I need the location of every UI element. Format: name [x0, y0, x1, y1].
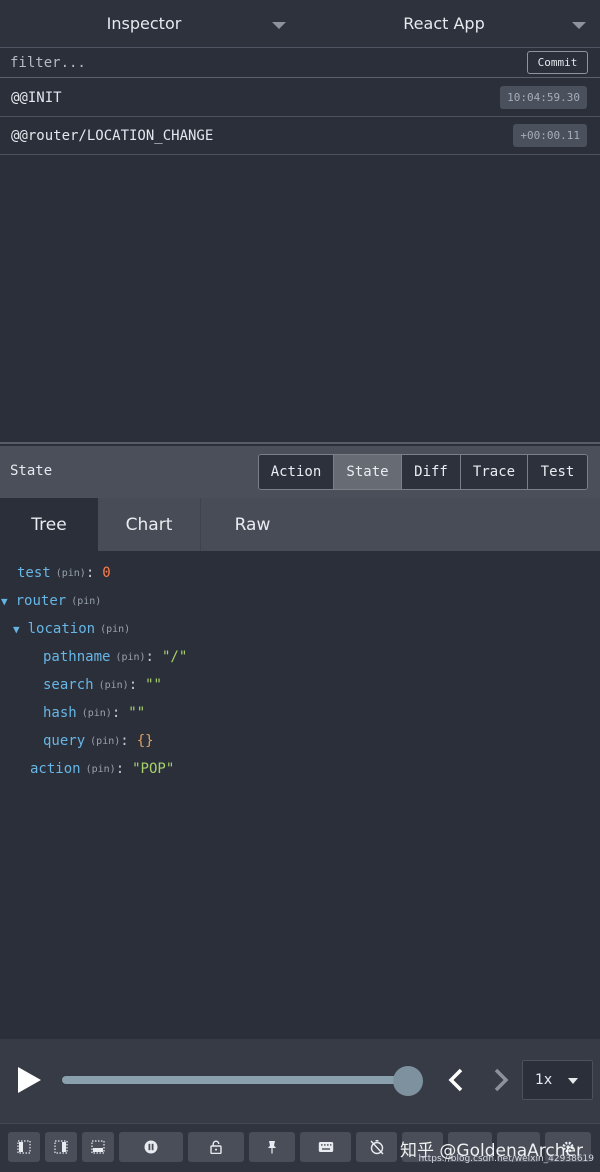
tab-state[interactable]: State: [334, 455, 402, 489]
dock-right-button[interactable]: [45, 1132, 77, 1162]
chevron-left-icon[interactable]: [443, 1067, 469, 1093]
instance-selector-bar: Inspector React App: [0, 0, 600, 48]
timeline-slider[interactable]: [62, 1076, 408, 1084]
monitor-select[interactable]: Inspector: [0, 0, 300, 47]
persist-state-button[interactable]: [249, 1132, 295, 1162]
timing-button[interactable]: [356, 1132, 397, 1162]
tab-chart[interactable]: Chart: [98, 498, 201, 551]
tree-node-location[interactable]: ▼ location (pin): [13, 619, 130, 639]
slider-player: 1x: [0, 1039, 600, 1123]
tree-value: "/": [161, 649, 188, 665]
commit-button[interactable]: Commit: [527, 51, 588, 74]
filter-input[interactable]: [0, 48, 510, 77]
tree-value: "": [145, 677, 162, 693]
pin-link[interactable]: (pin): [56, 568, 86, 579]
dock-left-icon: [17, 1140, 31, 1154]
tree-colon: :: [85, 565, 95, 581]
tab-test[interactable]: Test: [528, 455, 587, 489]
tab-raw[interactable]: Raw: [201, 498, 304, 551]
pin-link[interactable]: (pin): [99, 680, 129, 691]
expand-triangle-icon[interactable]: ▼: [13, 623, 20, 636]
tree-node-pathname[interactable]: pathname (pin) : "/": [43, 647, 187, 667]
action-list-item[interactable]: @@router/LOCATION_CHANGE +00:00.11: [0, 117, 600, 155]
tab-action[interactable]: Action: [259, 455, 334, 489]
tree-colon: :: [111, 705, 121, 721]
tree-colon: :: [128, 677, 138, 693]
action-timestamp: +00:00.11: [513, 124, 587, 147]
keyboard-icon: [318, 1142, 333, 1152]
pause-icon: [144, 1140, 158, 1154]
chevron-down-icon: [272, 22, 286, 29]
timeline-slider-handle[interactable]: [393, 1066, 423, 1096]
dock-bottom-button[interactable]: [82, 1132, 114, 1162]
filter-bar: Commit: [0, 48, 600, 78]
tree-key: router: [15, 593, 67, 609]
action-name: @@router/LOCATION_CHANGE: [11, 127, 214, 144]
tree-node-test[interactable]: test (pin) : 0: [17, 563, 111, 583]
tree-colon: :: [145, 649, 154, 665]
pin-link[interactable]: (pin): [100, 624, 130, 635]
tree-key: test: [17, 565, 51, 581]
chevron-down-icon: [568, 1078, 578, 1084]
dock-bottom-icon: [91, 1140, 105, 1154]
lock-changes-button[interactable]: [188, 1132, 244, 1162]
view-tabs: Tree Chart Raw: [0, 498, 600, 551]
tree-value: "": [128, 705, 146, 721]
tree-key: pathname: [43, 649, 111, 665]
monitor-tabs: Action State Diff Trace Test: [258, 454, 588, 490]
tree-key: query: [43, 733, 86, 749]
action-name: @@INIT: [11, 89, 62, 106]
pin-link[interactable]: (pin): [90, 736, 120, 747]
pin-link[interactable]: (pin): [71, 596, 101, 607]
monitor-tab-bar: State Action State Diff Trace Test: [0, 446, 600, 498]
panel-title: State: [10, 463, 53, 479]
shortcuts-button[interactable]: [300, 1132, 351, 1162]
tree-value: {}: [136, 733, 154, 749]
tab-tree[interactable]: Tree: [0, 498, 98, 551]
pin-icon: [268, 1141, 276, 1154]
pin-link[interactable]: (pin): [82, 708, 112, 719]
lock-icon: [210, 1140, 222, 1154]
tree-key: hash: [43, 705, 77, 721]
timer-off-icon: [369, 1140, 384, 1155]
chevron-right-icon[interactable]: [488, 1067, 514, 1093]
tree-node-query[interactable]: query (pin) : {}: [43, 731, 154, 751]
watermark-url: https://blog.csdn.net/weixin_42938619: [418, 1154, 594, 1164]
monitor-select-label: Inspector: [106, 14, 182, 33]
action-list-item[interactable]: @@INIT 10:04:59.30: [0, 79, 600, 117]
tree-key: location: [27, 621, 96, 637]
instance-select[interactable]: React App: [300, 0, 600, 47]
tree-colon: :: [115, 761, 125, 777]
tree-node-search[interactable]: search (pin) : "": [43, 675, 162, 695]
play-icon[interactable]: [18, 1067, 41, 1093]
state-tree: test (pin) : 0 ▼ router (pin) ▼ location…: [0, 551, 600, 1039]
playback-speed-select[interactable]: 1x: [522, 1060, 593, 1100]
action-list-empty-area: [0, 156, 600, 444]
tree-key: search: [43, 677, 94, 693]
tree-colon: :: [120, 733, 129, 749]
tab-trace[interactable]: Trace: [461, 455, 528, 489]
pin-link[interactable]: (pin): [86, 764, 116, 775]
tree-node-router[interactable]: ▼ router (pin): [1, 591, 101, 611]
tree-node-action[interactable]: action (pin) : "POP": [30, 759, 174, 779]
action-timestamp: 10:04:59.30: [500, 86, 587, 109]
playback-speed-value: 1x: [535, 1072, 553, 1088]
tree-value: "POP": [132, 761, 175, 777]
instance-select-label: React App: [403, 14, 485, 33]
dock-left-button[interactable]: [8, 1132, 40, 1162]
tab-diff[interactable]: Diff: [402, 455, 461, 489]
expand-triangle-icon[interactable]: ▼: [1, 595, 8, 608]
tree-node-hash[interactable]: hash (pin) : "": [43, 703, 145, 723]
pin-link[interactable]: (pin): [115, 652, 145, 663]
chevron-down-icon: [572, 22, 586, 29]
tree-value: 0: [102, 565, 111, 581]
pause-recording-button[interactable]: [119, 1132, 183, 1162]
dock-right-icon: [54, 1140, 68, 1154]
tree-key: action: [30, 761, 81, 777]
